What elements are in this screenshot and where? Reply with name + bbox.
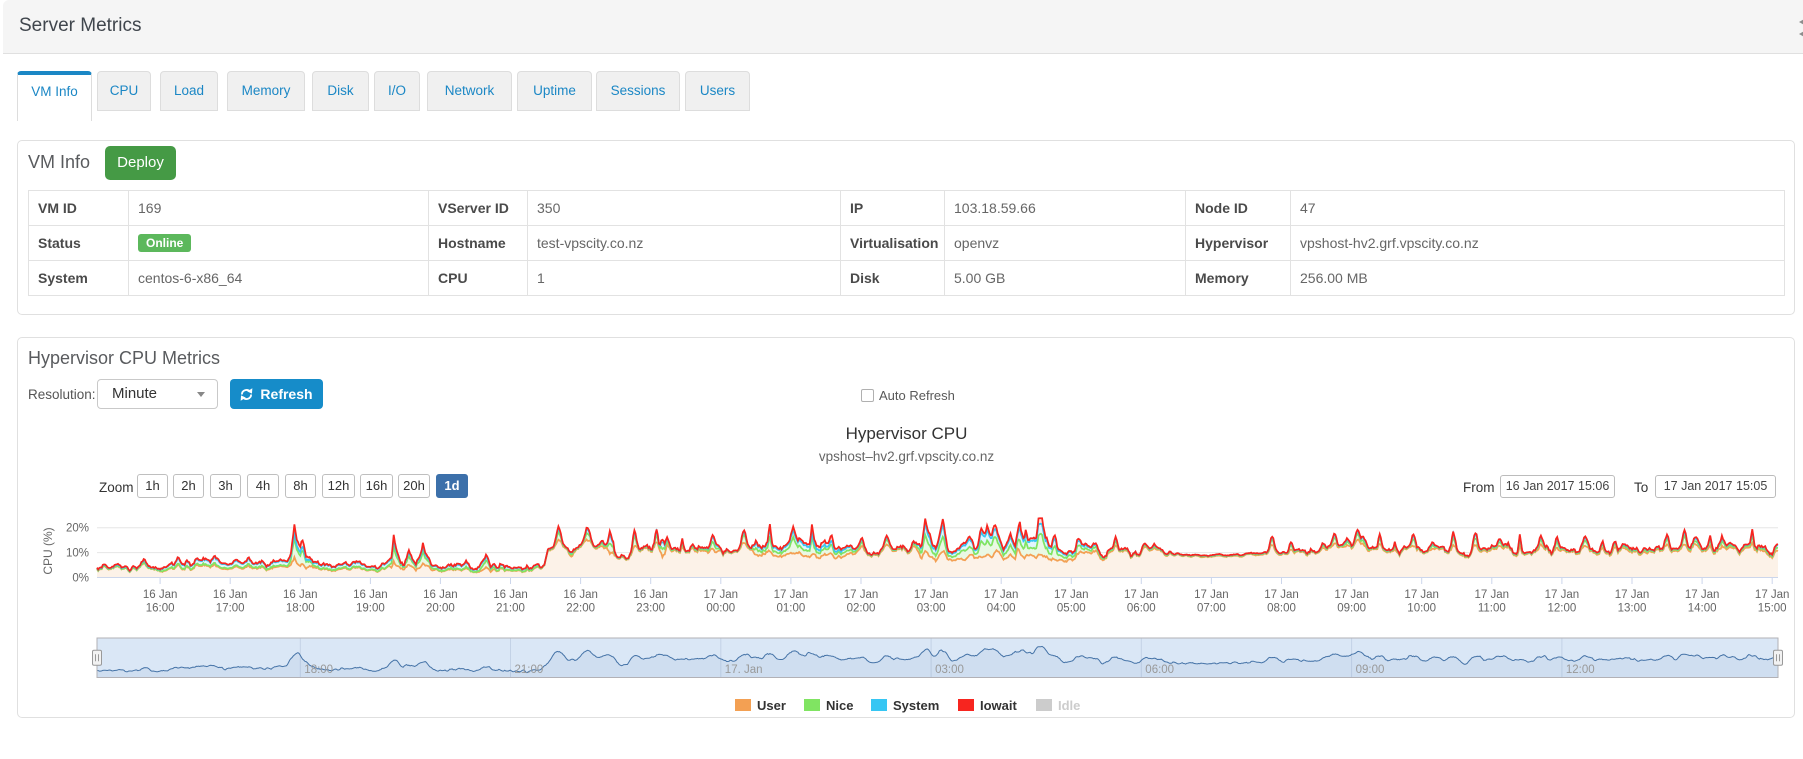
svg-text:16 Jan: 16 Jan [563,589,598,601]
svg-text:11:00: 11:00 [1478,603,1506,615]
svg-text:18:00: 18:00 [304,664,333,676]
svg-text:09:00: 09:00 [1356,664,1385,676]
svg-text:17 Jan: 17 Jan [1545,589,1580,601]
svg-text:22:00: 22:00 [566,603,595,615]
svg-text:02:00: 02:00 [847,603,876,615]
svg-text:12:00: 12:00 [1548,603,1577,615]
svg-text:17 Jan: 17 Jan [844,589,879,601]
svg-text:00:00: 00:00 [706,603,735,615]
svg-text:15:00: 15:00 [1758,603,1787,615]
svg-text:17 Jan: 17 Jan [1404,589,1439,601]
svg-text:16 Jan: 16 Jan [283,589,318,601]
svg-text:17 Jan: 17 Jan [984,589,1019,601]
svg-text:08:00: 08:00 [1267,603,1296,615]
svg-text:17 Jan: 17 Jan [1124,589,1159,601]
svg-text:16 Jan: 16 Jan [353,589,388,601]
svg-text:17:00: 17:00 [216,603,245,615]
svg-text:17 Jan: 17 Jan [1054,589,1089,601]
svg-text:16:00: 16:00 [146,603,175,615]
svg-text:10%: 10% [66,548,89,560]
svg-text:05:00: 05:00 [1057,603,1086,615]
svg-text:03:00: 03:00 [935,664,964,676]
svg-text:17 Jan: 17 Jan [1194,589,1229,601]
svg-text:17 Jan: 17 Jan [1685,589,1720,601]
svg-text:16 Jan: 16 Jan [633,589,668,601]
svg-text:06:00: 06:00 [1145,664,1174,676]
svg-text:17 Jan: 17 Jan [1475,589,1510,601]
svg-text:16 Jan: 16 Jan [423,589,458,601]
svg-text:14:00: 14:00 [1688,603,1717,615]
svg-text:17 Jan: 17 Jan [1615,589,1650,601]
svg-text:13:00: 13:00 [1618,603,1647,615]
svg-text:16 Jan: 16 Jan [143,589,178,601]
svg-text:0%: 0% [72,573,89,585]
svg-text:17 Jan: 17 Jan [1264,589,1299,601]
svg-text:20%: 20% [66,523,89,535]
svg-text:17 Jan: 17 Jan [914,589,949,601]
svg-text:09:00: 09:00 [1337,603,1366,615]
svg-text:17. Jan: 17. Jan [725,664,763,676]
svg-text:07:00: 07:00 [1197,603,1226,615]
svg-text:CPU (%): CPU (%) [41,527,55,574]
svg-text:10:00: 10:00 [1407,603,1436,615]
svg-text:17 Jan: 17 Jan [774,589,809,601]
svg-text:12:00: 12:00 [1566,664,1595,676]
svg-text:23:00: 23:00 [636,603,665,615]
svg-text:17 Jan: 17 Jan [1334,589,1369,601]
svg-text:17 Jan: 17 Jan [704,589,739,601]
svg-text:16 Jan: 16 Jan [213,589,248,601]
svg-text:20:00: 20:00 [426,603,455,615]
svg-text:01:00: 01:00 [777,603,806,615]
svg-text:03:00: 03:00 [917,603,946,615]
svg-text:06:00: 06:00 [1127,603,1156,615]
svg-text:18:00: 18:00 [286,603,315,615]
svg-text:21:00: 21:00 [515,664,544,676]
svg-text:04:00: 04:00 [987,603,1016,615]
svg-text:19:00: 19:00 [356,603,385,615]
svg-text:21:00: 21:00 [496,603,525,615]
svg-text:16 Jan: 16 Jan [493,589,528,601]
svg-text:17 Jan: 17 Jan [1755,589,1790,601]
